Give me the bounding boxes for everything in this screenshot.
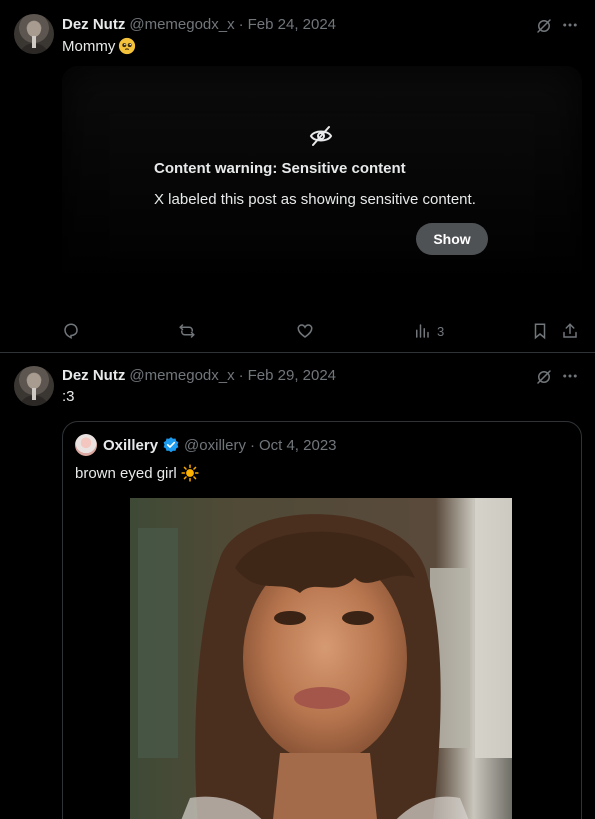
author-avatar[interactable] [14, 14, 54, 54]
quoted-author-handle[interactable]: @oxillery [184, 437, 246, 454]
bookmark-icon [534, 323, 546, 340]
author-handle[interactable]: @memegodx_x [129, 16, 234, 33]
quoted-post-text: brown eyed girl [75, 464, 199, 482]
reply-button[interactable] [62, 321, 86, 341]
quoted-author-name[interactable]: Oxillery [103, 437, 158, 454]
show-button[interactable]: Show [416, 223, 488, 255]
pleading-face-icon [119, 37, 136, 55]
views-button[interactable]: 3 [413, 321, 444, 341]
portrait-photo [130, 498, 512, 819]
post-date[interactable]: Feb 29, 2024 [248, 367, 336, 384]
content-warning-body: X labeled this post as showing sensitive… [154, 191, 476, 208]
post-text: Mommy [62, 37, 136, 55]
repost-icon [179, 324, 195, 338]
quoted-header-separator: · [249, 436, 255, 454]
sun-icon [181, 464, 199, 482]
views-count: 3 [437, 323, 445, 339]
author-name[interactable]: Dez Nutz [62, 16, 125, 33]
more-options-icon[interactable] [560, 366, 580, 386]
quoted-post-text-content: brown eyed girl [75, 464, 177, 482]
more-options-icon[interactable] [560, 15, 580, 35]
author-avatar[interactable] [14, 366, 54, 406]
sensitive-media [62, 66, 582, 306]
heart-icon [297, 324, 313, 338]
post-header: Dez Nutz @memegodx_x · Feb 24, 2024 [62, 14, 336, 34]
quoted-post-date[interactable]: Oct 4, 2023 [259, 437, 337, 454]
repost-button[interactable] [178, 321, 202, 341]
views-icon [416, 324, 429, 338]
avatar-image [20, 373, 48, 406]
quoted-post-header: Oxillery @oxillery · Oct 4, 2023 [103, 436, 337, 454]
avatar-image [20, 21, 48, 54]
quoted-author-avatar[interactable] [75, 434, 97, 456]
post-text: :3 [62, 388, 75, 405]
quoted-post[interactable]: Oxillery @oxillery · Oct 4, 2023 brown e… [62, 421, 582, 819]
like-button[interactable] [296, 321, 320, 341]
post-date[interactable]: Feb 24, 2024 [248, 16, 336, 33]
share-button[interactable] [561, 321, 579, 341]
share-icon [563, 323, 577, 338]
author-handle[interactable]: @memegodx_x [129, 367, 234, 384]
post-2[interactable]: Dez Nutz @memegodx_x · Feb 29, 2024 :3 O… [0, 353, 595, 819]
reply-icon [64, 323, 78, 339]
header-separator: · [238, 15, 244, 33]
post-header: Dez Nutz @memegodx_x · Feb 29, 2024 [62, 365, 336, 385]
grok-icon[interactable] [534, 367, 554, 387]
eye-slash-icon [309, 124, 333, 148]
author-name[interactable]: Dez Nutz [62, 367, 125, 384]
verified-badge-icon [163, 437, 179, 453]
header-separator: · [238, 366, 244, 384]
grok-icon[interactable] [534, 16, 554, 36]
post-text-content: Mommy [62, 37, 116, 55]
bookmark-button[interactable] [531, 321, 549, 341]
content-warning-title: Content warning: Sensitive content [154, 160, 406, 177]
post-text-content: :3 [62, 388, 75, 405]
quoted-post-photo[interactable] [130, 498, 512, 819]
post-1[interactable]: Dez Nutz @memegodx_x · Feb 24, 2024 Momm… [0, 0, 595, 353]
